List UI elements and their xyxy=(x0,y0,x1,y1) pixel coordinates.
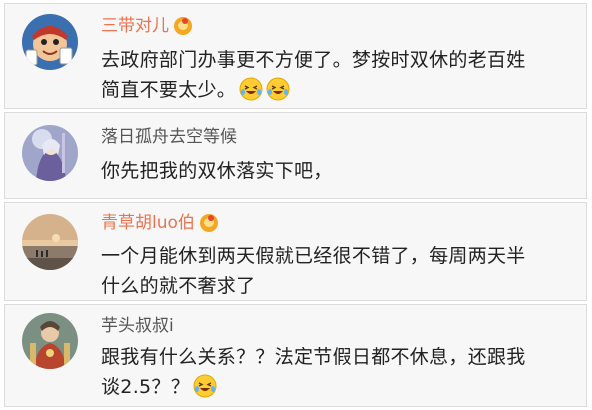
avatar[interactable] xyxy=(22,214,78,270)
comment-text-line: 谈2.5？？ xyxy=(101,376,191,398)
username[interactable]: 三带对儿 xyxy=(101,15,192,37)
comment-text-line: 什么的就不奢求了 xyxy=(101,275,256,297)
comment-text-line: 去政府部门办事更不方便了。梦按时双休的老百姓 xyxy=(101,49,526,71)
comment-text-line: 你先把我的双休落实下吧， xyxy=(101,160,333,182)
avatar[interactable] xyxy=(22,125,78,181)
vip-badge-icon xyxy=(174,17,192,35)
username[interactable]: 落日孤舟去空等候 xyxy=(101,126,237,148)
comment-card: 三带对儿 去政府部门办事更不方便了。梦按时双休的老百姓 简直不要太少。 xyxy=(4,3,587,109)
username-text[interactable]: 落日孤舟去空等候 xyxy=(101,126,237,148)
comment-text: 你先把我的双休落实下吧， xyxy=(101,156,572,186)
avatar[interactable] xyxy=(22,313,78,369)
comment-text-line-with-emoji: 谈2.5？？ xyxy=(101,372,572,402)
username-text[interactable]: 青草胡luo伯 xyxy=(101,212,195,234)
vip-badge-icon xyxy=(199,214,218,232)
laugh-cry-emoji-icon xyxy=(239,77,263,101)
comment-text-line: 一个月能休到两天假就已经很不错了，每周两天半 xyxy=(101,245,526,267)
comment-text-line-with-emoji: 简直不要太少。 xyxy=(101,75,572,105)
comment-card: 青草胡luo伯 一个月能休到两天假就已经很不错了，每周两天半 什么的就不奢求了 xyxy=(4,202,587,301)
username-text[interactable]: 芋头叔叔i xyxy=(101,315,174,337)
comment-text-line: 简直不要太少。 xyxy=(101,79,237,101)
comment-list: 三带对儿 去政府部门办事更不方便了。梦按时双休的老百姓 简直不要太少。 落日孤舟… xyxy=(0,0,592,410)
username[interactable]: 芋头叔叔i xyxy=(101,315,174,337)
username[interactable]: 青草胡luo伯 xyxy=(101,212,218,234)
comment-text: 跟我有什么关系？？法定节假日都不休息，还跟我 谈2.5？？ xyxy=(101,342,572,402)
comment-text-line: 跟我有什么关系？？法定节假日都不休息，还跟我 xyxy=(101,346,526,368)
avatar[interactable] xyxy=(22,14,78,70)
anime-character-avatar-icon xyxy=(22,125,78,181)
comment-card: 芋头叔叔i 跟我有什么关系？？法定节假日都不休息，还跟我 谈2.5？？ xyxy=(4,304,587,407)
username-text[interactable]: 三带对儿 xyxy=(101,15,169,37)
sunset-lake-avatar-icon xyxy=(22,214,78,270)
cartoon-card-player-avatar-icon xyxy=(22,14,78,70)
laugh-cry-emoji-icon xyxy=(193,374,217,398)
laugh-cry-emoji-icon xyxy=(266,77,290,101)
comment-text: 一个月能休到两天假就已经很不错了，每周两天半 什么的就不奢求了 xyxy=(101,241,572,301)
fantasy-warrior-avatar-icon xyxy=(22,313,78,369)
comment-text: 去政府部门办事更不方便了。梦按时双休的老百姓 简直不要太少。 xyxy=(101,45,572,105)
comment-card: 落日孤舟去空等候 你先把我的双休落实下吧， xyxy=(4,112,587,199)
